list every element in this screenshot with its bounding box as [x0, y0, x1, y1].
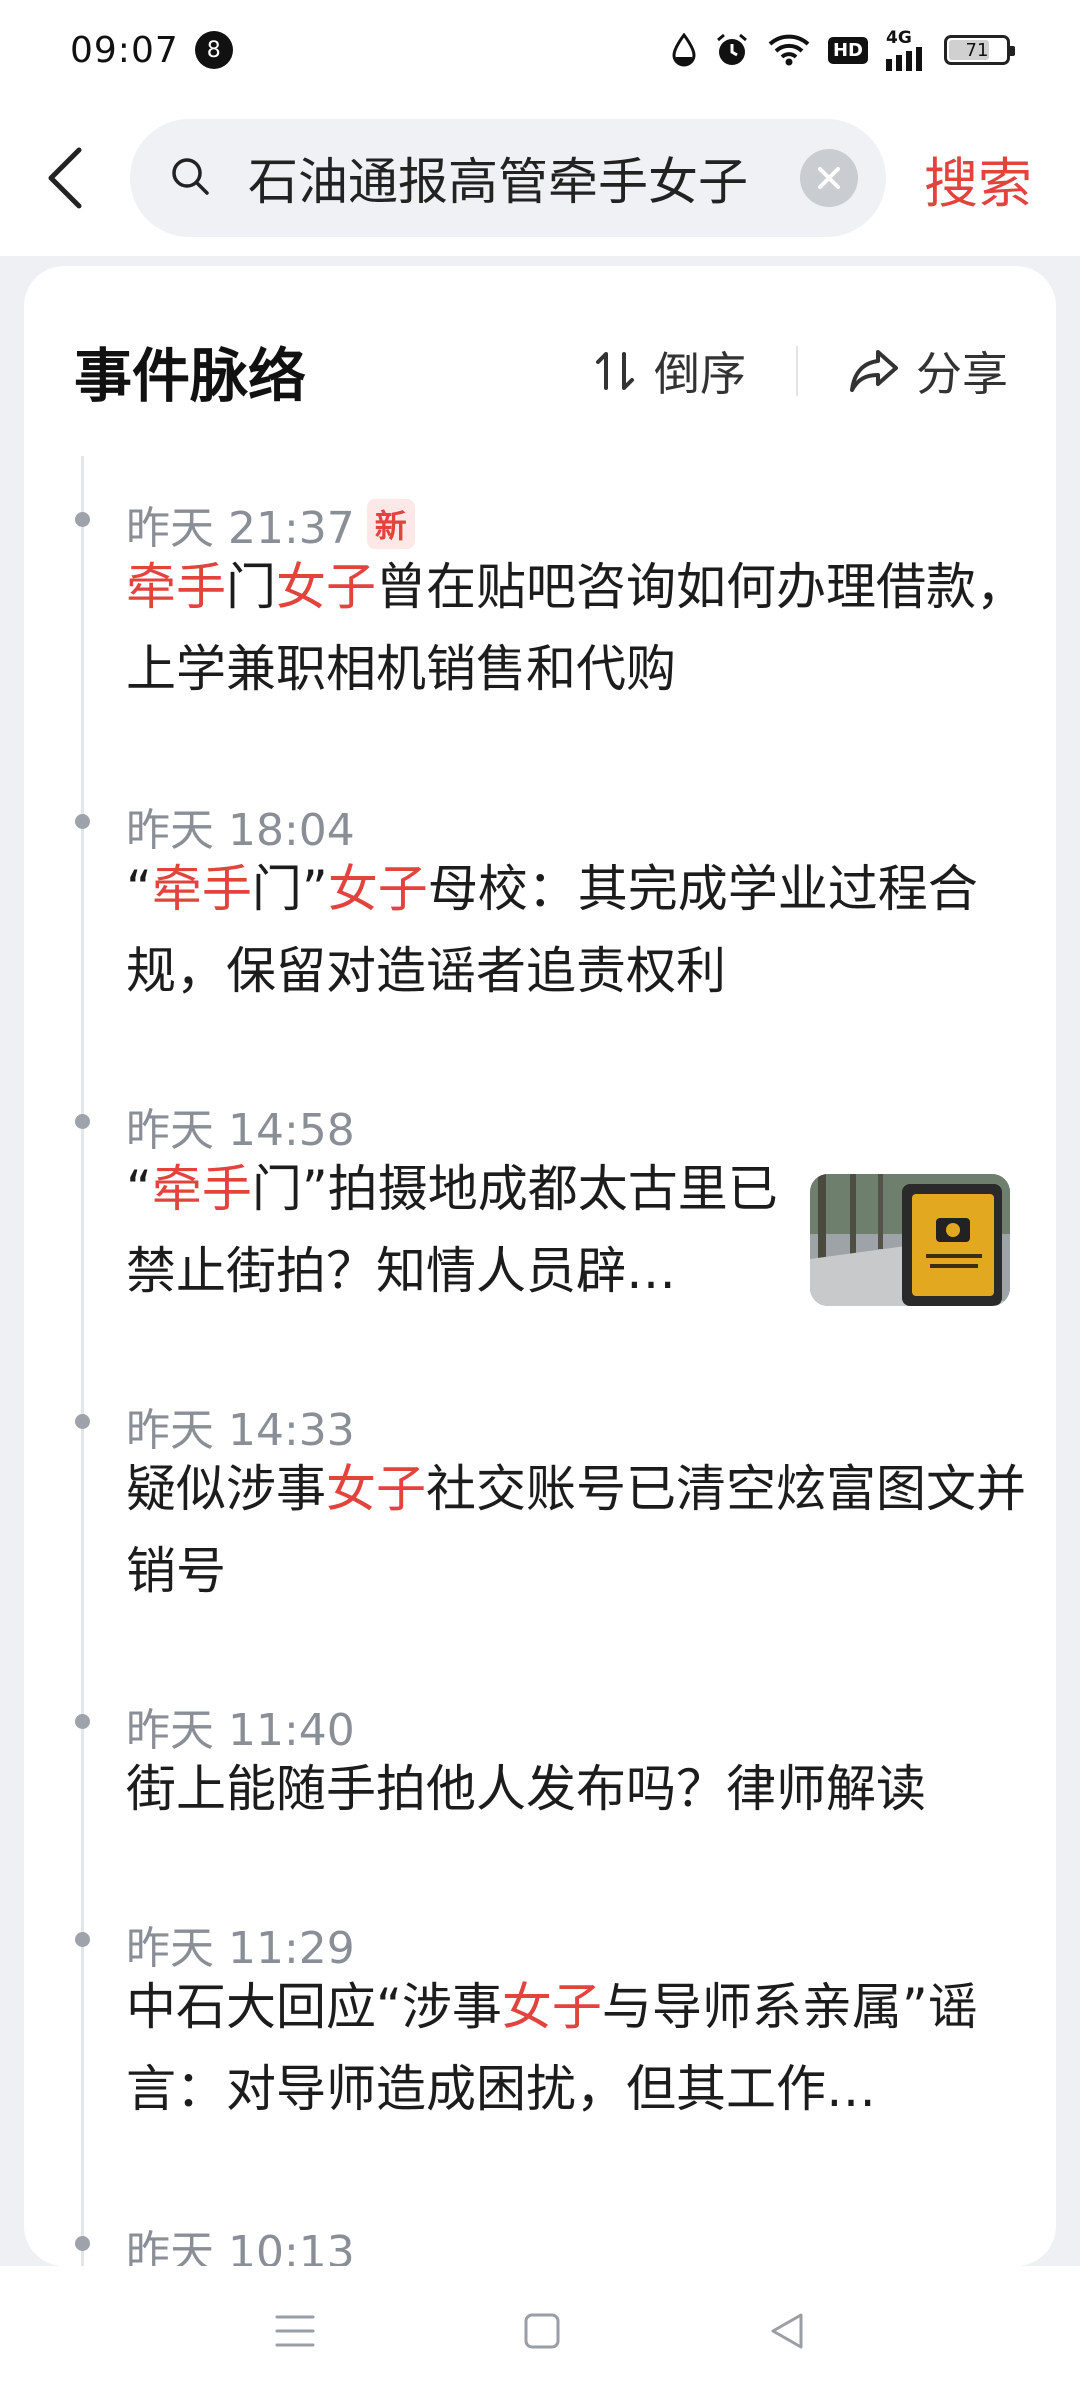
close-icon: [818, 167, 840, 189]
cellular-signal-icon: 4G: [886, 27, 926, 71]
network-type-label: 4G: [886, 27, 912, 48]
title-text: “: [126, 860, 152, 918]
highlight-text: 女子: [326, 1460, 426, 1518]
search-query-text[interactable]: 石油通报高管牵手女子: [248, 142, 800, 214]
timeline-event[interactable]: 昨天 10:13: [24, 2178, 1056, 2278]
timeline-dot: [75, 1114, 90, 1129]
title-text: 门: [226, 558, 276, 616]
timeline-event[interactable]: 昨天 11:40 街上能随手拍他人发布吗？律师解读: [24, 1658, 1056, 1818]
battery-icon: 71: [944, 35, 1015, 65]
back-button[interactable]: [0, 100, 130, 256]
timeline-event[interactable]: 昨天 14:33 疑似涉事女子社交账号已清空炫富图文并销号: [24, 1356, 1056, 1600]
highlight-text: 牵手: [126, 558, 226, 616]
status-icons: HD 4G 71: [672, 27, 1015, 71]
event-title: 街上能随手拍他人发布吗？律师解读: [126, 1748, 1026, 1830]
sort-label: 倒序: [654, 347, 746, 401]
card-title: 事件脉络: [74, 342, 307, 410]
share-icon: [850, 350, 898, 392]
highlight-text: 女子: [327, 860, 428, 918]
title-text: 门”: [251, 860, 328, 918]
water-drop-icon: [672, 33, 696, 67]
highlight-text: 女子: [501, 1978, 602, 2036]
sort-arrows-icon: [596, 352, 634, 390]
home-square-icon[interactable]: [522, 2311, 562, 2355]
hd-badge: HD: [827, 36, 868, 64]
timeline-dot: [75, 1932, 90, 1947]
system-nav-bar: [0, 2266, 1080, 2400]
menu-icon[interactable]: [273, 2311, 317, 2355]
alarm-clock-icon: [714, 32, 750, 68]
event-timeline-card: 事件脉络 倒序 分享 昨天 21:37 新 牵手门女子曾在贴吧咨询如何办理借款，…: [24, 266, 1056, 2306]
event-title: 疑似涉事女子社交账号已清空炫富图文并销号: [126, 1448, 1026, 1612]
new-badge: 新: [366, 499, 415, 549]
status-bar: 09:07 8 HD 4G 71: [0, 0, 1080, 100]
back-triangle-icon[interactable]: [767, 2311, 807, 2355]
timeline-dot: [75, 814, 90, 829]
highlight-text: 牵手: [151, 1160, 252, 1218]
timeline-event[interactable]: 昨天 11:29 中石大回应“涉事女子与导师系亲属”谣言：对导师造成困扰，但其工…: [24, 1876, 1056, 2118]
event-thumbnail-image[interactable]: [810, 1174, 1010, 1306]
search-button[interactable]: 搜索: [886, 139, 1080, 218]
timeline-event[interactable]: 昨天 18:04 “牵手门”女子母校：其完成学业过程合规，保留对造谣者追责权利: [24, 756, 1056, 1000]
timeline-dot: [75, 1414, 90, 1429]
title-text: “: [126, 1160, 152, 1218]
timeline-dot: [75, 2236, 90, 2251]
share-label: 分享: [916, 347, 1008, 401]
event-title: 牵手门女子曾在贴吧咨询如何办理借款，上学兼职相机销售和代购: [126, 546, 1026, 710]
search-header: 石油通报高管牵手女子 搜索: [0, 100, 1080, 256]
title-text: 疑似涉事: [126, 1460, 326, 1518]
action-divider: [796, 346, 798, 396]
highlight-text: 女子: [276, 558, 376, 616]
status-time: 09:07: [70, 29, 179, 71]
search-icon: [170, 156, 210, 200]
event-title: 中石大回应“涉事女子与导师系亲属”谣言：对导师造成困扰，但其工作…: [126, 1966, 1026, 2130]
timeline-dot: [75, 512, 90, 527]
share-button[interactable]: 分享: [848, 338, 1008, 404]
search-input-box[interactable]: 石油通报高管牵手女子: [130, 119, 886, 237]
event-title: “牵手门”拍摄地成都太古里已禁止街拍？知情人员辟…: [126, 1148, 826, 1312]
timeline-event[interactable]: 昨天 14:58 “牵手门”拍摄地成都太古里已禁止街拍？知情人员辟…: [24, 1058, 1056, 1306]
battery-level-text: 71: [965, 39, 989, 61]
timeline-event[interactable]: 昨天 21:37 新 牵手门女子曾在贴吧咨询如何办理借款，上学兼职相机销售和代购: [24, 456, 1056, 698]
title-text: 街上能随手拍他人发布吗？律师解读: [126, 1760, 926, 1818]
title-text: 中石大回应“涉事: [126, 1978, 502, 2036]
chevron-left-icon: [48, 147, 82, 209]
timeline-dot: [75, 1714, 90, 1729]
sort-button[interactable]: 倒序: [594, 338, 746, 404]
event-title: “牵手门”女子母校：其完成学业过程合规，保留对造谣者追责权利: [126, 848, 1026, 1012]
header-actions: 倒序 分享: [594, 338, 1008, 404]
clear-search-button[interactable]: [800, 149, 858, 207]
wifi-icon: [768, 34, 810, 66]
card-header: 事件脉络 倒序 分享: [74, 326, 1008, 416]
notification-count-badge: 8: [194, 31, 233, 69]
highlight-text: 牵手: [151, 860, 252, 918]
